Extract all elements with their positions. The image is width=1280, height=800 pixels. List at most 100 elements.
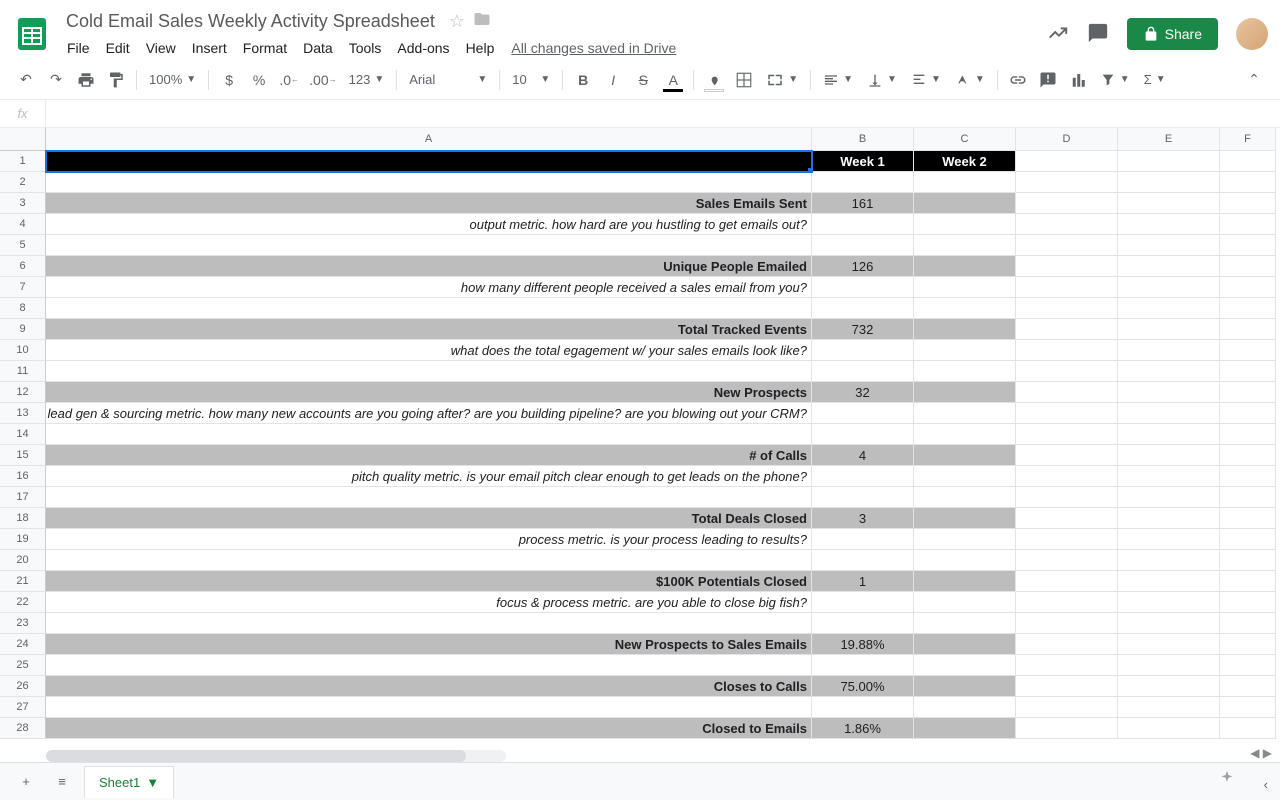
paint-format-button[interactable] <box>102 66 130 94</box>
percent-button[interactable]: % <box>245 66 273 94</box>
cell[interactable]: 32 <box>812 382 914 403</box>
cell[interactable] <box>1118 382 1220 403</box>
text-rotate-button[interactable]: ▼ <box>949 66 991 94</box>
cell[interactable] <box>1118 319 1220 340</box>
cell[interactable] <box>1220 193 1276 214</box>
cell[interactable] <box>1118 193 1220 214</box>
cell[interactable] <box>1016 319 1118 340</box>
cell[interactable] <box>1220 319 1276 340</box>
cell[interactable]: how many different people received a sal… <box>46 277 812 298</box>
row-header[interactable]: 7 <box>0 277 46 298</box>
cell[interactable] <box>914 361 1016 382</box>
zoom-select[interactable]: 100%▼ <box>143 66 202 94</box>
cell[interactable] <box>914 466 1016 487</box>
row-header[interactable]: 5 <box>0 235 46 256</box>
cell[interactable] <box>914 571 1016 592</box>
cell[interactable] <box>914 193 1016 214</box>
col-header-D[interactable]: D <box>1016 128 1118 151</box>
move-folder-icon[interactable] <box>473 10 491 33</box>
undo-button[interactable]: ↶ <box>12 66 40 94</box>
cell[interactable] <box>1118 508 1220 529</box>
cell[interactable] <box>1016 697 1118 718</box>
cell[interactable] <box>1118 613 1220 634</box>
row-header[interactable]: 1 <box>0 151 46 172</box>
sheet-area[interactable]: ABCDEF1Week 1Week 223Sales Emails Sent16… <box>0 128 1280 762</box>
cell[interactable] <box>1016 403 1118 424</box>
col-header-F[interactable]: F <box>1220 128 1276 151</box>
cell[interactable] <box>914 718 1016 739</box>
cell[interactable] <box>1118 361 1220 382</box>
cell[interactable] <box>46 151 812 172</box>
horizontal-align-button[interactable]: ▼ <box>817 66 859 94</box>
cell[interactable] <box>1016 466 1118 487</box>
cell[interactable] <box>1016 508 1118 529</box>
cell[interactable] <box>1118 571 1220 592</box>
row-header[interactable]: 8 <box>0 298 46 319</box>
cell[interactable] <box>46 613 812 634</box>
number-format-select[interactable]: 123▼ <box>343 66 391 94</box>
cell[interactable]: pitch quality metric. is your email pitc… <box>46 466 812 487</box>
row-header[interactable]: 16 <box>0 466 46 487</box>
collapse-toolbar-button[interactable]: ⌃ <box>1240 66 1268 94</box>
row-header[interactable]: 2 <box>0 172 46 193</box>
cell[interactable] <box>1220 571 1276 592</box>
row-header[interactable]: 26 <box>0 676 46 697</box>
cell[interactable] <box>914 424 1016 445</box>
cell[interactable] <box>1118 151 1220 172</box>
cell[interactable]: Total Tracked Events <box>46 319 812 340</box>
menu-tools[interactable]: Tools <box>342 36 389 60</box>
cell[interactable] <box>46 655 812 676</box>
cell[interactable] <box>1220 529 1276 550</box>
sheet-tab-sheet1[interactable]: Sheet1▼ <box>84 766 174 798</box>
cell[interactable] <box>914 529 1016 550</box>
row-header[interactable]: 11 <box>0 361 46 382</box>
cell[interactable] <box>1118 718 1220 739</box>
cell[interactable] <box>1118 172 1220 193</box>
cell[interactable] <box>914 172 1016 193</box>
merge-cells-button[interactable]: ▼ <box>760 66 804 94</box>
cell[interactable] <box>914 214 1016 235</box>
cell[interactable] <box>812 592 914 613</box>
cell[interactable] <box>1118 550 1220 571</box>
cell[interactable] <box>1220 382 1276 403</box>
cell[interactable] <box>812 298 914 319</box>
cell[interactable] <box>1118 340 1220 361</box>
row-header[interactable]: 3 <box>0 193 46 214</box>
cell[interactable] <box>46 550 812 571</box>
row-header[interactable]: 22 <box>0 592 46 613</box>
share-button[interactable]: Share <box>1127 18 1218 50</box>
cell[interactable] <box>1016 676 1118 697</box>
cell[interactable] <box>1220 403 1276 424</box>
row-header[interactable]: 19 <box>0 529 46 550</box>
cell[interactable] <box>1220 634 1276 655</box>
save-status[interactable]: All changes saved in Drive <box>511 40 676 56</box>
cell[interactable] <box>1220 592 1276 613</box>
cell[interactable] <box>812 550 914 571</box>
cell[interactable] <box>812 466 914 487</box>
sheets-logo[interactable] <box>12 14 52 54</box>
decrease-decimal-button[interactable]: .0← <box>275 66 303 94</box>
cell[interactable] <box>1016 235 1118 256</box>
col-header-E[interactable]: E <box>1118 128 1220 151</box>
cell[interactable] <box>1220 466 1276 487</box>
row-header[interactable]: 18 <box>0 508 46 529</box>
cell[interactable] <box>1220 340 1276 361</box>
cell[interactable] <box>914 298 1016 319</box>
cell[interactable] <box>914 550 1016 571</box>
cell[interactable]: 161 <box>812 193 914 214</box>
cell[interactable] <box>914 634 1016 655</box>
cell[interactable] <box>46 487 812 508</box>
cell[interactable] <box>1118 676 1220 697</box>
cell[interactable] <box>1220 172 1276 193</box>
cell[interactable]: 3 <box>812 508 914 529</box>
comment-icon[interactable] <box>1087 22 1109 47</box>
row-header[interactable]: 12 <box>0 382 46 403</box>
text-color-button[interactable]: A <box>659 66 687 94</box>
cell[interactable] <box>1220 487 1276 508</box>
row-header[interactable]: 24 <box>0 634 46 655</box>
cell[interactable] <box>1220 151 1276 172</box>
cell[interactable] <box>1220 445 1276 466</box>
vertical-align-button[interactable]: ▼ <box>861 66 903 94</box>
row-header[interactable]: 17 <box>0 487 46 508</box>
cell[interactable] <box>812 487 914 508</box>
